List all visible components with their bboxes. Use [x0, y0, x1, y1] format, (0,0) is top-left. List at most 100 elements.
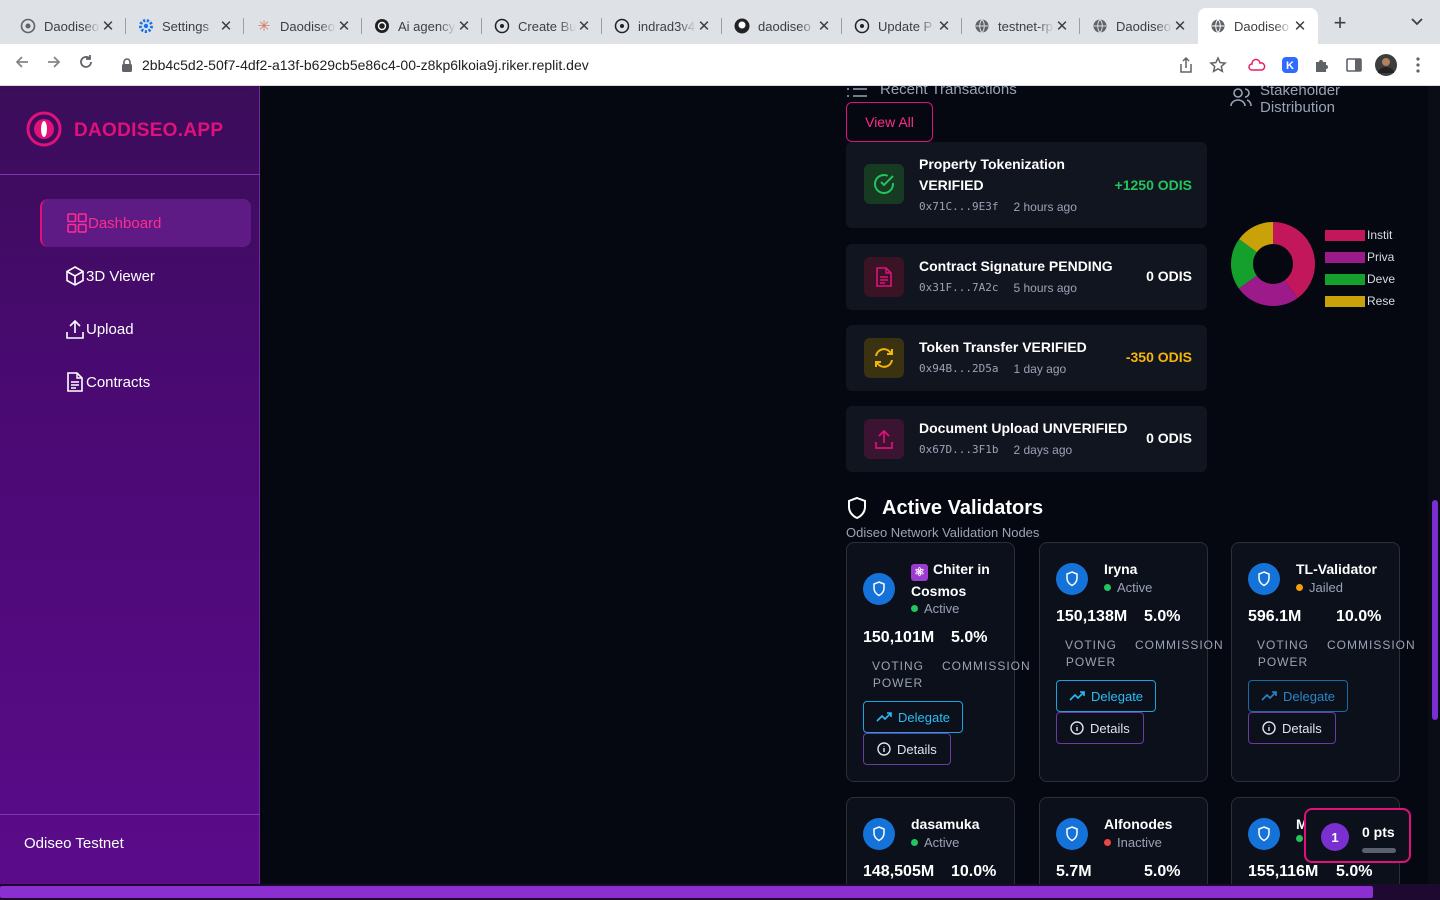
arrow-left-icon — [15, 56, 28, 68]
validator-name: dasamuka — [911, 816, 980, 832]
delegate-button[interactable]: Delegate — [1248, 680, 1349, 712]
browser-tab[interactable]: indrad3v4 ✕ — [602, 8, 722, 44]
validator-shield-icon — [1248, 818, 1280, 850]
legend-item[interactable]: Deve — [1325, 268, 1400, 290]
stakeholder-title-line: Distribution — [1260, 99, 1336, 116]
document-icon — [64, 371, 86, 393]
browser-tab[interactable]: Update P ✕ — [842, 8, 962, 44]
transaction-amount: 0 ODIS — [1146, 430, 1192, 446]
level-badge: 1 — [1321, 823, 1349, 851]
close-icon[interactable]: ✕ — [1172, 17, 1188, 35]
voting-label-line: VOTING — [871, 659, 924, 673]
browser-tab[interactable]: Settings ✕ — [126, 8, 244, 44]
transaction-hash: 0x31F...7A2c — [919, 281, 999, 294]
side-panel-icon — [1346, 58, 1362, 72]
transaction-item[interactable]: Token Transfer VERIFIED 0x94B...2D5a 1 d… — [846, 325, 1207, 391]
details-button[interactable]: Details — [863, 733, 951, 765]
validator-status-label: Active — [924, 601, 960, 616]
validator-commission: 5.0% — [1144, 608, 1181, 625]
profile-avatar[interactable] — [1374, 53, 1398, 77]
legend-swatch — [1325, 295, 1365, 307]
browser-tab-active[interactable]: Daodiseo ✕ — [1198, 8, 1318, 44]
trending-up-icon — [1261, 691, 1277, 701]
close-icon[interactable]: ✕ — [696, 17, 712, 35]
legend-item[interactable]: Rese — [1325, 290, 1400, 312]
vertical-scrollbar-thumb[interactable] — [1432, 500, 1438, 720]
transaction-amount: +1250 ODIS — [1114, 177, 1192, 193]
transaction-meta: 0x67D...3F1b 2 days ago — [919, 443, 1072, 457]
points-widget[interactable]: 1 0 pts — [1304, 808, 1411, 863]
validator-status: Active — [911, 601, 959, 616]
legend-item[interactable]: Priva — [1325, 246, 1400, 268]
voting-label-line: POWER — [872, 676, 924, 690]
brand[interactable]: DAODISEO.APP — [0, 86, 260, 175]
commission-label: COMMISSION — [1135, 638, 1224, 652]
delegate-button[interactable]: Delegate — [1056, 680, 1157, 712]
sidebar-item-contracts[interactable]: Contracts — [40, 358, 251, 406]
close-icon[interactable]: ✕ — [1292, 17, 1308, 35]
browser-tab[interactable]: testnet-rp ✕ — [962, 8, 1080, 44]
forward-button[interactable] — [42, 53, 66, 77]
browser-tab[interactable]: daodiseo ✕ — [722, 8, 842, 44]
delegate-button[interactable]: Delegate — [863, 701, 964, 733]
horizontal-scrollbar[interactable] — [0, 884, 1440, 900]
voting-power-label: VOTING POWER — [863, 658, 933, 692]
browser-tab[interactable]: Ai agency ✕ — [362, 8, 482, 44]
browser-tab[interactable]: ✳ Daodiseo ✕ — [244, 8, 362, 44]
sidebar-item-label: 3D Viewer — [86, 267, 155, 285]
transaction-item[interactable]: Contract Signature PENDING 0x31F...7A2c … — [846, 244, 1207, 310]
close-icon[interactable]: ✕ — [336, 17, 352, 35]
browser-menu-button[interactable] — [1406, 53, 1430, 77]
transaction-title: Contract Signature PENDING — [919, 258, 1113, 274]
sidebar-item-upload[interactable]: Upload — [40, 305, 251, 353]
close-icon[interactable]: ✕ — [218, 17, 234, 35]
address-bar[interactable]: 2bb4c5d2-50f7-4df2-a13f-b629cb5e86c4-00-… — [108, 49, 1238, 81]
bookmark-button[interactable] — [1206, 53, 1230, 77]
tab-search-button[interactable] — [1405, 14, 1429, 34]
reload-button[interactable] — [74, 53, 98, 77]
validator-card: Iryna Active 150,138M 5.0% VOTING POWER C… — [1039, 542, 1223, 782]
extension-button[interactable]: K — [1278, 53, 1302, 77]
close-icon[interactable]: ✕ — [456, 17, 472, 35]
details-button[interactable]: Details — [1248, 712, 1336, 744]
validator-status: Inactive — [1104, 835, 1162, 850]
horizontal-scrollbar-thumb[interactable] — [0, 886, 1373, 898]
trending-up-icon — [1069, 691, 1085, 701]
daodiseo-icon — [20, 18, 36, 34]
close-icon[interactable]: ✕ — [816, 17, 832, 35]
side-panel-button[interactable] — [1342, 53, 1366, 77]
browser-tab[interactable]: Create Bu ✕ — [482, 8, 602, 44]
delegate-label: Delegate — [898, 709, 951, 725]
validator-name: Iryna — [1104, 561, 1138, 577]
browser-tab[interactable]: Daodiseo ✕ — [1080, 8, 1198, 44]
document-icon — [864, 257, 904, 297]
sidebar-item-label: Dashboard — [88, 214, 162, 232]
view-all-button[interactable]: View All — [846, 102, 933, 142]
extension-button[interactable] — [1246, 53, 1270, 77]
sidebar-item-3d-viewer[interactable]: 3D Viewer — [40, 252, 251, 300]
legend-item[interactable]: Instit — [1325, 224, 1400, 246]
trending-up-icon — [876, 712, 892, 722]
browser-tab[interactable]: Daodiseo ✕ — [8, 8, 126, 44]
transaction-item[interactable]: Document Upload UNVERIFIED 0x67D...3F1b … — [846, 406, 1207, 472]
status-dot — [1296, 584, 1303, 591]
transaction-hash: 0x94B...2D5a — [919, 362, 999, 375]
close-icon[interactable]: ✕ — [1054, 17, 1070, 35]
validator-shield-icon — [1056, 818, 1088, 850]
voting-label-line: POWER — [1257, 655, 1309, 669]
legend-swatch — [1325, 273, 1365, 285]
chevron-down-icon — [1411, 18, 1423, 26]
share-button[interactable] — [1174, 53, 1198, 77]
sidebar-item-dashboard[interactable]: Dashboard — [40, 199, 251, 247]
recent-transactions-title: Recent Transactions — [880, 86, 1017, 98]
extensions-button[interactable] — [1310, 53, 1334, 77]
back-button[interactable] — [10, 53, 34, 77]
new-tab-button[interactable]: + — [1328, 12, 1352, 36]
vertical-scrollbar[interactable] — [1428, 86, 1440, 884]
close-icon[interactable]: ✕ — [936, 17, 952, 35]
share-icon — [1180, 56, 1192, 73]
close-icon[interactable]: ✕ — [100, 17, 116, 35]
details-button[interactable]: Details — [1056, 712, 1144, 744]
transaction-item[interactable]: Property Tokenization VERIFIED 0x71C...9… — [846, 142, 1207, 228]
close-icon[interactable]: ✕ — [576, 17, 592, 35]
